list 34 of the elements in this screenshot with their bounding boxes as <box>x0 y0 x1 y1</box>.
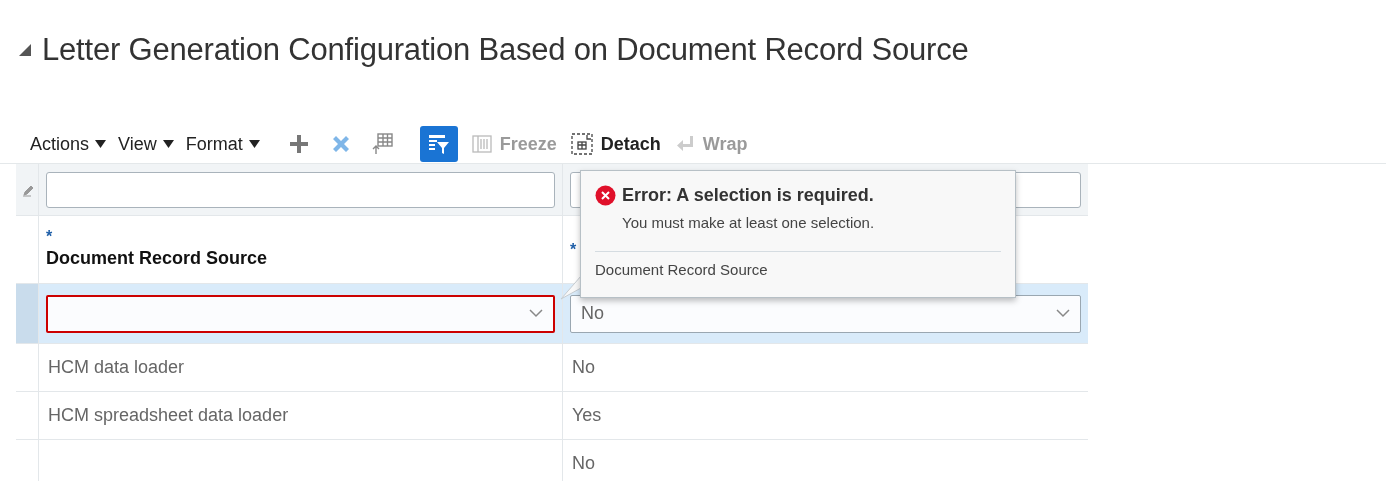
column-header: Document Record Source <box>46 248 268 269</box>
menu-button[interactable]: View <box>118 133 174 155</box>
select-value: No <box>581 303 604 324</box>
table-cell-text: No <box>571 357 595 378</box>
table-export-icon <box>371 132 394 156</box>
caret-icon <box>95 140 107 148</box>
error-title: Error: A selection is required. <box>622 185 874 206</box>
required-mark: * <box>46 230 53 244</box>
detach-icon <box>570 133 593 155</box>
select-field[interactable]: No <box>570 294 1081 333</box>
error-icon <box>595 185 616 206</box>
select-field[interactable] <box>46 294 555 333</box>
add-icon <box>288 134 309 154</box>
filter-input-field[interactable] <box>46 171 555 208</box>
chevron-down-icon <box>1056 309 1070 318</box>
error-field-label: Document Record Source <box>595 261 769 278</box>
page-title: Letter Generation Configuration Based on Document Record Source <box>42 32 969 68</box>
menu-button[interactable]: Format <box>185 133 260 155</box>
toolbar-button[interactable] <box>419 126 458 162</box>
menu-button[interactable]: Actions <box>30 133 107 155</box>
toolbar-button[interactable]: Detach <box>570 133 661 155</box>
caret-icon <box>162 140 174 148</box>
collapse-triangle-icon[interactable] <box>18 43 32 57</box>
chevron-down-icon <box>529 309 543 318</box>
filter-icon <box>426 132 451 156</box>
table-cell-text: HCM spreadsheet data loader <box>47 405 289 426</box>
wrap-icon <box>674 135 695 153</box>
table-cell-text: HCM data loader <box>47 357 185 378</box>
caret-icon <box>248 140 260 148</box>
table-cell-text: No <box>571 453 595 474</box>
table-cell-text: Yes <box>571 405 602 426</box>
error-message: You must make at least one selection. <box>622 214 876 231</box>
required-mark: * <box>570 242 577 257</box>
freeze-icon <box>471 135 492 153</box>
